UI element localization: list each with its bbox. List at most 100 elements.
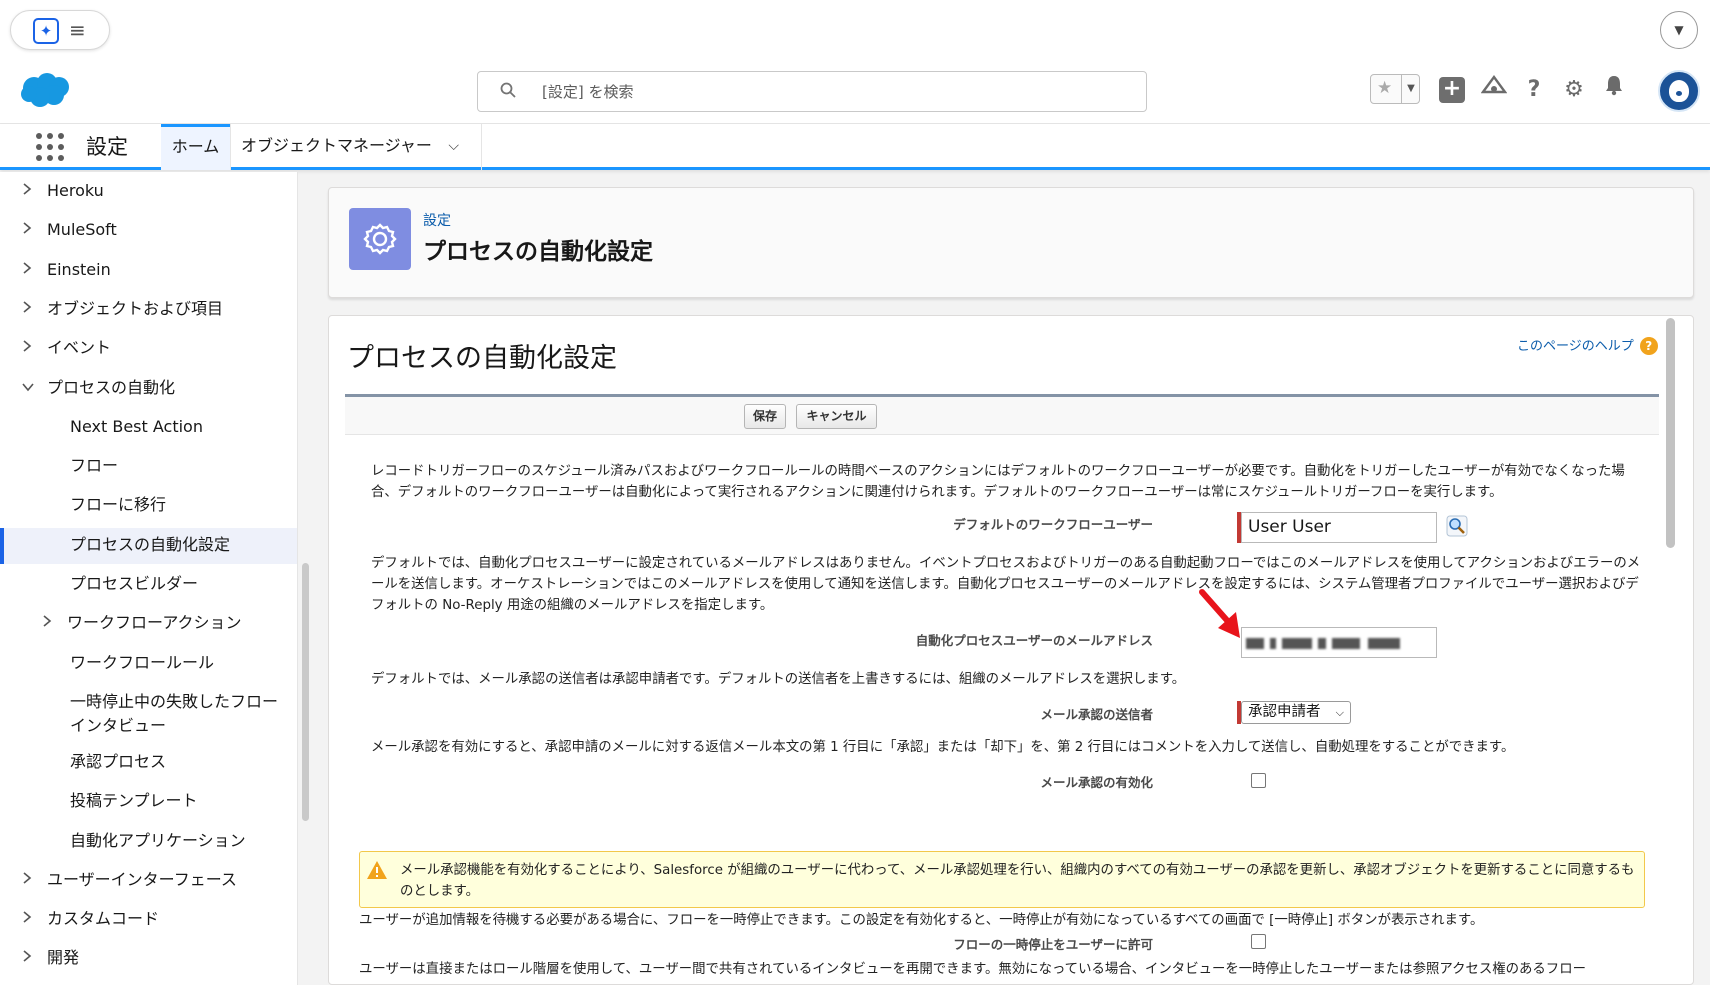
app-launcher-icon[interactable] — [36, 133, 64, 161]
chevron-right-icon[interactable] — [22, 902, 32, 936]
sidebar-item-label: プロセスの自動化設定 — [70, 534, 231, 554]
sidebar-item[interactable]: Einstein — [0, 253, 297, 289]
sidebar-item[interactable]: プロセスビルダー — [0, 567, 297, 603]
sidebar-item[interactable]: Heroku — [0, 174, 297, 210]
global-header: ★ ▼ + ? ⚙ — [0, 58, 1710, 124]
search-input[interactable] — [542, 79, 1122, 105]
star-icon: ★ — [1377, 78, 1393, 98]
breadcrumb[interactable]: 設定 — [423, 210, 451, 230]
sidebar-item[interactable]: オブジェクトおよび項目 — [0, 292, 297, 328]
hamburger-menu-icon[interactable]: ≡ — [69, 19, 86, 41]
setup-search-box[interactable] — [477, 71, 1147, 112]
description-default-user: レコードトリガーフローのスケジュール済みパスおよびワークフロールールの時間ベース… — [371, 464, 1625, 500]
red-arrow-annotation — [1190, 582, 1250, 648]
help-link[interactable]: このページのヘルプ? — [1517, 335, 1658, 355]
help-question-icon[interactable]: ? — [1639, 337, 1658, 355]
chevron-right-icon[interactable] — [22, 331, 32, 365]
sidebar-item[interactable]: プロセスの自動化設定 — [0, 527, 297, 564]
chevron-down-icon: ⌵ — [1335, 706, 1344, 719]
sidebar-item-label: Heroku — [47, 181, 104, 200]
blurred-text — [1332, 638, 1360, 649]
trailhead-icon[interactable] — [1478, 74, 1510, 106]
user-avatar[interactable] — [1658, 70, 1700, 112]
sidebar-item-label: 自動化アプリケーション — [70, 830, 246, 850]
browser-chrome: ✦ ≡ ▼ — [0, 0, 1710, 58]
description-email-approval: メール承認を有効にすると、承認申請のメールに対する返信メール本文の第 1 行目に… — [371, 740, 1515, 755]
sidebar-item-label: イベント — [47, 338, 112, 358]
sidebar-item-label: ワークフローアクション — [67, 613, 242, 633]
description-flow-pause: ユーザーが追加情報を待機する必要がある場合に、フローを一時停止できます。この設定… — [359, 913, 1484, 928]
sidebar-item[interactable]: フローに移行 — [0, 488, 297, 524]
gear-icon[interactable]: ⚙ — [1558, 74, 1590, 106]
content-scrollbar[interactable] — [1666, 318, 1675, 548]
header-icons: ★ ▼ + ? ⚙ — [1370, 68, 1700, 114]
setup-sidebar: Heroku MuleSoft Einstein オブジェクトおよび項目イベントプロセ… — [0, 172, 298, 985]
sidebar-item-label: プロセスの自動化 — [47, 377, 176, 397]
sidebar-item[interactable]: 承認プロセス — [0, 745, 297, 781]
sidebar-item[interactable]: プロセスの自動化 — [0, 371, 297, 407]
approval-sender-select[interactable]: 承認申請者 ⌵ — [1241, 701, 1351, 724]
chevron-down-icon[interactable]: ▼ — [1660, 11, 1698, 49]
blurred-text — [1368, 638, 1400, 649]
sidebar-item-label: 開発 — [47, 948, 80, 968]
warning-icon — [366, 860, 388, 884]
sidebar-item[interactable]: フロー — [0, 449, 297, 485]
chevron-right-icon[interactable] — [42, 606, 52, 640]
sidebar-item-label: Einstein — [47, 259, 111, 279]
default-user-field[interactable]: User User — [1241, 512, 1437, 543]
favorites-button[interactable]: ★ ▼ — [1370, 74, 1420, 104]
enable-email-approval-checkbox[interactable] — [1251, 773, 1266, 788]
sidebar-item[interactable]: 自動化アプリケーション — [0, 824, 297, 860]
sidebar-item-label: ユーザーインターフェース — [47, 869, 237, 889]
caret-down-icon[interactable]: ▼ — [1401, 75, 1420, 103]
sidebar-scrollbar[interactable] — [302, 563, 309, 821]
lookup-magnifier-icon[interactable] — [1446, 515, 1468, 541]
description-process-email: デフォルトでは、自動化プロセスユーザーに設定されているメールアドレスはありません… — [371, 556, 1641, 613]
warning-text: メール承認機能を有効化することにより、Salesforce が組織のユーザーに代… — [400, 863, 1635, 899]
sidebar-item-label-line2: インタビュー — [70, 715, 167, 735]
help-link-label[interactable]: このページのヘルプ — [1517, 339, 1634, 354]
cancel-button[interactable]: キャンセル — [796, 404, 877, 429]
chevron-right-icon[interactable] — [22, 292, 32, 326]
sidebar-item[interactable]: カスタムコード — [0, 902, 297, 938]
sidebar-item[interactable]: イベント — [0, 331, 297, 367]
global-actions-button[interactable]: + — [1436, 74, 1468, 106]
chevron-right-icon[interactable] — [22, 253, 32, 287]
sidebar-item[interactable]: ワークフロールール — [0, 646, 297, 682]
sidebar-item[interactable]: 投稿テンプレート — [0, 784, 297, 820]
app-switcher-pill[interactable]: ✦ ≡ — [10, 10, 110, 50]
process-email-field[interactable] — [1241, 627, 1437, 658]
bell-icon[interactable] — [1598, 74, 1630, 106]
chevron-down-icon[interactable] — [22, 371, 34, 405]
sidebar-item-label: 投稿テンプレート — [70, 791, 198, 811]
sidebar-item[interactable]: Next Best Action — [0, 410, 297, 446]
sidebar-item-label: プロセスビルダー — [70, 574, 199, 593]
sidebar-item-label: 承認プロセス — [70, 751, 167, 771]
sidebar-item[interactable]: ユーザーインターフェース — [0, 863, 297, 899]
tab-object-manager-label: オブジェクトマネージャー — [241, 136, 432, 155]
sparkle-app-icon[interactable]: ✦ — [33, 18, 59, 44]
chevron-right-icon[interactable] — [22, 863, 32, 897]
sidebar-item-label: ワークフロールール — [70, 652, 215, 672]
salesforce-cloud-logo[interactable] — [20, 72, 72, 112]
sidebar-item-label: Next Best Action — [70, 416, 203, 436]
blurred-text — [1282, 638, 1312, 649]
sidebar-item-label: フローに移行 — [70, 495, 167, 515]
help-icon[interactable]: ? — [1518, 74, 1550, 106]
chevron-down-icon[interactable]: ⌵ — [448, 124, 459, 168]
enable-email-approval-label: メール承認の有効化 — [1040, 775, 1153, 790]
chevron-right-icon[interactable] — [22, 213, 32, 247]
tab-home[interactable]: ホーム — [161, 124, 230, 170]
sidebar-item[interactable]: 一時停止中の失敗したフロー インタビュー — [0, 685, 297, 743]
tab-object-manager[interactable]: オブジェクトマネージャー ⌵ — [230, 124, 482, 170]
sidebar-item[interactable]: 開発 — [0, 941, 297, 977]
sidebar-item[interactable]: MuleSoft — [0, 213, 297, 249]
chevron-right-icon[interactable] — [22, 174, 32, 208]
allow-flow-pause-checkbox[interactable] — [1251, 934, 1266, 949]
sidebar-item[interactable]: ワークフローアクション — [0, 606, 297, 642]
plus-icon: + — [1439, 77, 1465, 103]
app-name: 設定 — [86, 135, 128, 159]
settings-gear-icon — [349, 208, 411, 270]
chevron-right-icon[interactable] — [22, 941, 32, 975]
save-button[interactable]: 保存 — [744, 404, 786, 429]
